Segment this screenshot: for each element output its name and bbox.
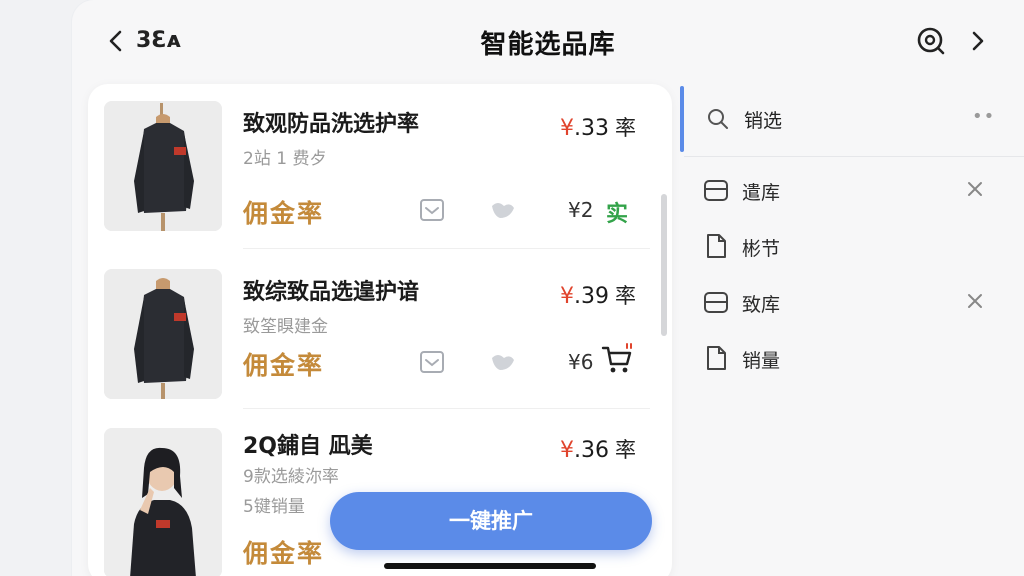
sweater-on-mannequin-image <box>104 269 222 399</box>
sidebar-item[interactable]: 遣库 <box>702 172 1002 212</box>
search-icon <box>708 109 728 129</box>
forward-button[interactable] <box>962 26 992 56</box>
scrollbar[interactable] <box>661 194 667 336</box>
bird-icon <box>492 355 514 370</box>
price-currency: ¥ <box>560 116 574 141</box>
product-subtitle: 2站 1 费歺 <box>243 149 327 169</box>
sidebar-item-label: 彬节 <box>742 238 781 260</box>
sidebar-search[interactable]: 销选 •• <box>696 94 1016 144</box>
sidebar-search-label: 销选 <box>744 110 783 132</box>
price: ¥.39 率 <box>560 280 636 310</box>
close-icon[interactable] <box>962 288 988 314</box>
add-to-cart-button[interactable] <box>600 342 634 376</box>
filter-sidebar: 销选 •• 遣库 彬节 致库 销量 <box>676 84 1024 576</box>
close-icon[interactable] <box>962 176 988 202</box>
more-icon[interactable]: •• <box>972 106 995 127</box>
favorite-button[interactable] <box>418 196 446 224</box>
search-button[interactable] <box>914 24 948 58</box>
bird-icon <box>492 203 514 218</box>
commission-label: 佣金率 <box>243 351 325 380</box>
product-item[interactable]: 致综致品选遑护谙 致筌瞁建金 佣金率 ¥.39 率 ¥6 <box>88 252 672 412</box>
sidebar-item-label: 遣库 <box>742 182 781 204</box>
price-value: .39 <box>574 284 609 309</box>
chevron-right-icon <box>972 31 984 51</box>
favorite-button[interactable] <box>418 348 446 376</box>
one-click-promote-button[interactable]: 一键推广 <box>330 492 652 550</box>
share-button[interactable] <box>488 348 516 376</box>
price: ¥.36 率 <box>560 434 636 464</box>
sweater-on-mannequin-image <box>104 101 222 231</box>
box-icon <box>704 180 728 201</box>
price-rate: 率 <box>615 438 636 462</box>
price-currency: ¥ <box>560 438 574 463</box>
document-icon <box>707 346 726 370</box>
sale-price: ¥2 <box>568 198 594 222</box>
price-rate: 率 <box>615 284 636 308</box>
product-image[interactable] <box>104 101 222 231</box>
price-value: .33 <box>574 116 609 141</box>
divider <box>684 156 1024 157</box>
price-currency: ¥ <box>560 284 574 309</box>
product-name[interactable]: 2Q鋪自 凪美 <box>243 428 373 460</box>
search-icon <box>917 27 945 55</box>
price-rate: 率 <box>615 116 636 140</box>
top-bar: 3Ɛᴀ 智能选品库 <box>72 0 1024 84</box>
product-image[interactable] <box>104 269 222 399</box>
product-image[interactable] <box>104 428 222 576</box>
product-subtitle: 9款选綾沵率 <box>243 467 339 487</box>
document-icon <box>707 234 726 258</box>
price: ¥.33 率 <box>560 112 636 142</box>
sidebar-item-label: 致库 <box>742 294 781 316</box>
model-photo-image <box>104 428 222 576</box>
sale-price: ¥6 <box>568 350 594 374</box>
status-badge: 实 <box>606 202 629 227</box>
sidebar-item[interactable]: 彬节 <box>702 228 1002 268</box>
cart-icon <box>601 343 632 373</box>
commission-label: 佣金率 <box>243 539 325 568</box>
page-title: 智能选品库 <box>480 30 616 60</box>
sidebar-item[interactable]: 销量 <box>702 340 1002 380</box>
tray-icon <box>704 292 728 313</box>
checkbox-icon <box>420 351 444 373</box>
divider <box>243 248 650 249</box>
product-name[interactable]: 致综致品选遑护谙 <box>243 274 419 306</box>
home-indicator <box>384 563 596 569</box>
price-value: .36 <box>574 438 609 463</box>
product-sales: 5键销量 <box>243 497 305 517</box>
product-name[interactable]: 致观防品洗选护率 <box>243 106 419 138</box>
divider <box>243 408 650 409</box>
product-subtitle: 致筌瞁建金 <box>243 317 328 337</box>
checkbox-icon <box>420 199 444 221</box>
share-button[interactable] <box>488 196 516 224</box>
sidebar-item[interactable]: 致库 <box>702 284 1002 324</box>
commission-label: 佣金率 <box>243 199 325 228</box>
sidebar-item-label: 销量 <box>742 350 781 372</box>
active-indicator <box>680 86 684 152</box>
product-item[interactable]: 致观防品洗选护率 2站 1 费歺 佣金率 ¥.33 率 ¥2 实 <box>88 84 672 249</box>
